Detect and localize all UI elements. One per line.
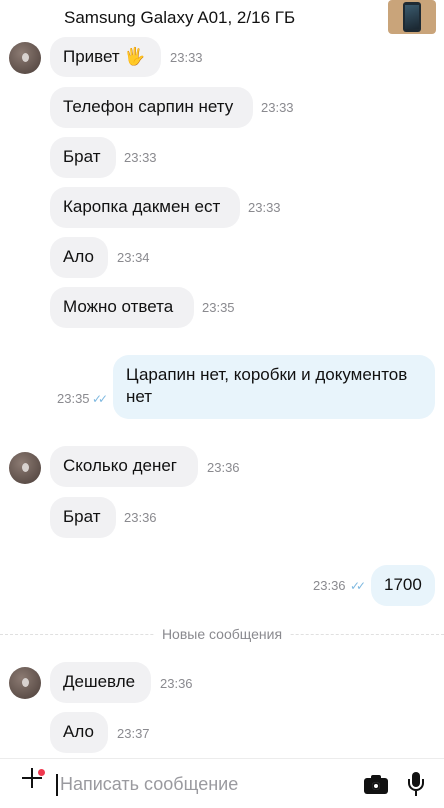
chat-header: Samsung Galaxy A01, 2/16 ГБ bbox=[0, 0, 444, 40]
message-bubble: Сколько денег bbox=[50, 446, 198, 487]
avatar[interactable] bbox=[9, 452, 41, 484]
avatar[interactable] bbox=[9, 667, 41, 699]
message-time: 23:36 bbox=[124, 510, 157, 525]
avatar[interactable] bbox=[9, 42, 41, 74]
message-bubble: Дешевле bbox=[50, 662, 151, 703]
message-time: 23:36 bbox=[160, 676, 193, 691]
message-bubble: Телефон сарпин нету bbox=[50, 87, 253, 128]
message-time: 23:34 bbox=[117, 250, 150, 265]
message-time: 23:37 bbox=[117, 726, 150, 741]
microphone-icon[interactable] bbox=[406, 772, 426, 798]
message-bubble: Брат bbox=[50, 137, 116, 178]
message-time: 23:33 bbox=[261, 100, 294, 115]
read-ticks-icon: ✓✓ bbox=[92, 392, 108, 406]
message-time: 23:35 bbox=[202, 300, 235, 315]
message-bubble: Ало bbox=[50, 712, 108, 753]
listing-thumbnail[interactable] bbox=[388, 0, 436, 34]
camera-icon[interactable] bbox=[364, 774, 388, 794]
text-cursor bbox=[56, 774, 58, 796]
message-time: 23:33 bbox=[248, 200, 281, 215]
message-bubble: Можно ответа bbox=[50, 287, 194, 328]
message-time: 23:36 bbox=[313, 578, 346, 593]
message-time: 23:33 bbox=[124, 150, 157, 165]
message-bubble-outgoing: 1700 bbox=[371, 565, 435, 606]
message-bubble: Каропка дакмен ест bbox=[50, 187, 240, 228]
listing-title[interactable]: Samsung Galaxy A01, 2/16 ГБ bbox=[64, 8, 295, 28]
message-time: 23:33 bbox=[170, 50, 203, 65]
message-time: 23:35 bbox=[57, 391, 90, 406]
attachment-notification-dot bbox=[38, 769, 45, 776]
message-bubble: Ало bbox=[50, 237, 108, 278]
message-time: 23:36 bbox=[207, 460, 240, 475]
message-bubble: Брат bbox=[50, 497, 116, 538]
read-ticks-icon: ✓✓ bbox=[350, 579, 366, 593]
new-messages-divider: Новые сообщения bbox=[0, 626, 444, 642]
message-bubble-outgoing: Царапин нет, коробки и документов нет bbox=[113, 355, 435, 419]
message-bubble: Привет 🖐 bbox=[50, 37, 161, 77]
message-input[interactable]: Написать сообщение bbox=[60, 772, 350, 796]
